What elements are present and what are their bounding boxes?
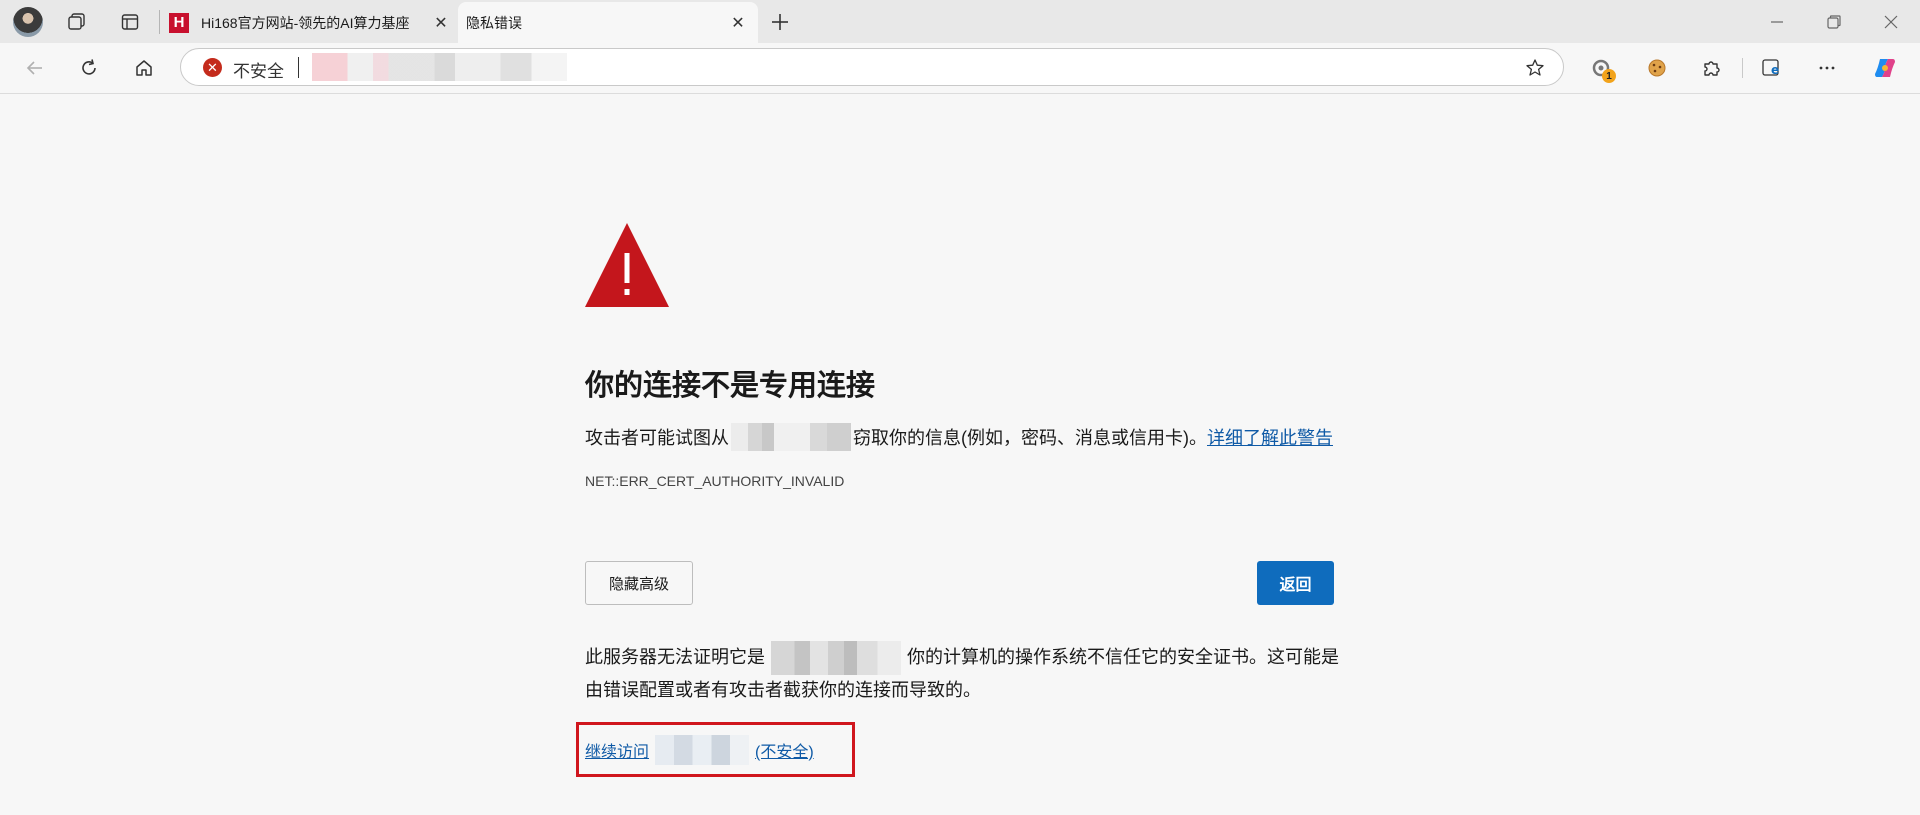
refresh-icon[interactable] bbox=[73, 52, 105, 84]
address-bar[interactable]: ✕ 不安全 bbox=[180, 48, 1564, 86]
tab-title: Hi168官方网站-领先的AI算力基座 bbox=[201, 14, 410, 31]
back-arrow-icon[interactable] bbox=[19, 52, 51, 84]
new-tab-icon[interactable] bbox=[765, 7, 795, 37]
address-separator bbox=[298, 57, 299, 78]
error-x-icon[interactable]: ✕ bbox=[203, 58, 222, 77]
warning-triangle-icon bbox=[585, 223, 669, 312]
description-prefix: 攻击者可能试图从 bbox=[585, 428, 729, 448]
error-code: NET::ERR_CERT_AUTHORITY_INVALID bbox=[585, 473, 845, 489]
tab-divider bbox=[159, 10, 160, 34]
hostname-redacted bbox=[771, 641, 901, 675]
extensions-puzzle-icon[interactable] bbox=[1696, 52, 1728, 84]
advanced-details: 此服务器无法证明它是 你的计算机的操作系统不信任它的安全证书。这可能是由错误配置或… bbox=[585, 641, 1345, 705]
learn-more-link[interactable]: 详细了解此警告 bbox=[1207, 424, 1333, 450]
error-page bbox=[0, 94, 1920, 815]
hostname-redacted[interactable] bbox=[655, 735, 750, 765]
notification-badge: 1 bbox=[1602, 69, 1616, 83]
copilot-icon[interactable] bbox=[1869, 52, 1901, 84]
hi168-favicon: H bbox=[169, 12, 189, 33]
tab-actions-icon[interactable] bbox=[115, 7, 145, 37]
tab-title: 隐私错误 bbox=[466, 14, 522, 31]
close-window-icon[interactable] bbox=[1862, 0, 1920, 43]
toolbar-separator bbox=[1742, 58, 1743, 78]
security-label[interactable]: 不安全 bbox=[233, 57, 284, 82]
browser-toolbar: ✕ 不安全 1 e bbox=[0, 43, 1920, 94]
page-title: 你的连接不是专用连接 bbox=[585, 370, 876, 402]
restore-icon[interactable] bbox=[1805, 0, 1863, 43]
close-icon[interactable]: ✕ bbox=[726, 11, 750, 35]
description-suffix: 窃取你的信息(例如，密码、消息或信用卡)。 bbox=[853, 428, 1207, 448]
ie-mode-icon[interactable]: e bbox=[1756, 52, 1788, 84]
error-description: 攻击者可能试图从 窃取你的信息(例如，密码、消息或信用卡)。 详细了解此警告 bbox=[585, 423, 1333, 451]
minimize-icon[interactable] bbox=[1748, 0, 1806, 43]
back-button[interactable]: 返回 bbox=[1257, 561, 1334, 605]
hostname-redacted bbox=[731, 423, 851, 451]
cookie-icon[interactable] bbox=[1641, 52, 1673, 84]
proceed-link[interactable]: 继续访问 (不安全) bbox=[585, 735, 814, 765]
profile-avatar[interactable] bbox=[13, 7, 43, 37]
favorite-star-icon[interactable] bbox=[1523, 56, 1547, 80]
home-icon[interactable] bbox=[128, 52, 160, 84]
proceed-prefix[interactable]: 继续访问 bbox=[585, 738, 649, 762]
hide-advanced-button[interactable]: 隐藏高级 bbox=[585, 561, 693, 605]
close-icon[interactable]: ✕ bbox=[429, 11, 453, 35]
tab-privacy-error[interactable]: 隐私错误 ✕ bbox=[458, 2, 758, 43]
proceed-unsafe-label[interactable]: (不安全) bbox=[755, 738, 814, 762]
detail-prefix: 此服务器无法证明它是 bbox=[585, 646, 765, 667]
workspaces-icon[interactable] bbox=[62, 7, 92, 37]
tab-strip: H Hi168官方网站-领先的AI算力基座 ✕ 隐私错误 ✕ bbox=[0, 0, 1920, 43]
url-redacted[interactable] bbox=[312, 53, 567, 81]
svg-text:e: e bbox=[1771, 63, 1779, 77]
more-menu-icon[interactable] bbox=[1811, 52, 1843, 84]
tab-hi168[interactable]: H Hi168官方网站-领先的AI算力基座 ✕ bbox=[163, 2, 453, 43]
extension-badge-icon[interactable]: 1 bbox=[1585, 52, 1617, 84]
